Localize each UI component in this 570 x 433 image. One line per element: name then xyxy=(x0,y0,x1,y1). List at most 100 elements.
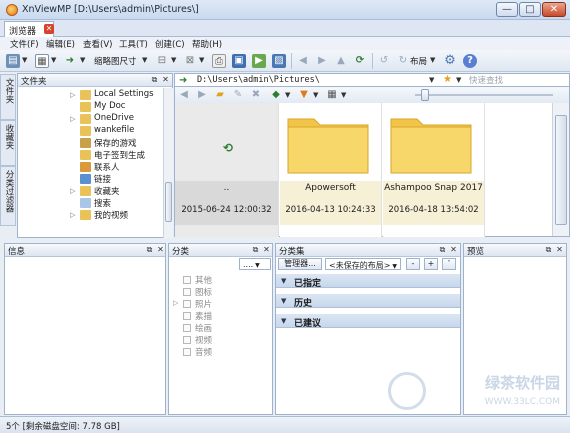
up-arrow-icon[interactable]: ▲ xyxy=(334,54,348,68)
zoom-slider-track[interactable] xyxy=(415,94,553,96)
filter-icon[interactable]: ⊟ xyxy=(155,54,169,68)
columns-icon[interactable]: ▦ xyxy=(325,88,339,102)
go-arrow-icon[interactable]: ➜ xyxy=(179,75,187,86)
scrollbar-thumb[interactable] xyxy=(165,182,172,222)
float-panel-icon[interactable]: ⧉ xyxy=(544,245,553,255)
sets-menu-button[interactable]: ˅ xyxy=(442,258,456,270)
manager-button[interactable]: 管理器... xyxy=(278,258,322,270)
remove-set-button[interactable]: - xyxy=(406,258,420,270)
expand-arrow-icon[interactable]: ▷ xyxy=(70,211,75,219)
minimize-button[interactable]: — xyxy=(496,2,518,17)
category-checkbox[interactable] xyxy=(183,324,191,332)
set-suggested[interactable]: 已建议 xyxy=(276,314,460,329)
chevron-down-icon[interactable]: ▼ xyxy=(285,91,290,99)
menu-create[interactable]: 创建(C) xyxy=(155,38,185,50)
rotate-right-icon[interactable]: ↻ xyxy=(396,54,410,68)
forward-arrow-icon[interactable]: ▶ xyxy=(195,88,209,102)
rename-icon[interactable]: ✎ xyxy=(231,88,245,102)
quick-search-input[interactable]: 快速查找 xyxy=(467,74,569,86)
close-panel-icon[interactable]: ✕ xyxy=(555,245,564,255)
category-item[interactable]: 其他 xyxy=(169,274,269,286)
category-item[interactable]: ▷ 照片 xyxy=(169,298,269,310)
reload-icon[interactable]: ⟳ xyxy=(353,54,367,68)
close-panel-icon[interactable]: ✕ xyxy=(449,245,458,255)
expand-arrow-icon[interactable]: ▷ xyxy=(70,115,75,123)
chevron-down-icon[interactable]: ▼ xyxy=(430,56,435,64)
screen-icon[interactable]: ▣ xyxy=(232,54,246,68)
chevron-down-icon[interactable]: ▼ xyxy=(456,76,461,84)
category-item[interactable]: 素描 xyxy=(169,310,269,322)
settings-gear-icon[interactable]: ⚙ xyxy=(443,54,457,68)
menu-help[interactable]: 帮助(H) xyxy=(192,38,222,50)
menu-tools[interactable]: 工具(T) xyxy=(119,38,148,50)
side-tab-category-filter[interactable]: 分类过滤器 xyxy=(0,166,16,226)
side-tab-folders[interactable]: 文件夹 xyxy=(0,74,16,120)
back-arrow-icon[interactable]: ◀ xyxy=(296,54,310,68)
chevron-down-icon[interactable]: ▼ xyxy=(22,56,27,64)
chevron-down-icon[interactable]: ▼ xyxy=(171,56,176,64)
tag-icon[interactable]: ◆ xyxy=(269,88,283,102)
sidebar-toggle-icon[interactable]: ▤ xyxy=(6,54,20,68)
expand-arrow-icon[interactable]: ▷ xyxy=(70,187,75,195)
category-checkbox[interactable] xyxy=(183,300,191,308)
category-item[interactable]: 视频 xyxy=(169,334,269,346)
chevron-down-icon[interactable]: ▼ xyxy=(142,56,147,64)
float-panel-icon[interactable]: ⧉ xyxy=(251,245,260,255)
menu-view[interactable]: 查看(V) xyxy=(83,38,112,50)
chevron-down-icon[interactable]: ▼ xyxy=(341,91,346,99)
refresh-arrow-icon[interactable]: ➜ xyxy=(63,54,77,68)
chevron-down-icon[interactable]: ▼ xyxy=(199,56,204,64)
new-folder-icon[interactable]: ▰ xyxy=(213,88,227,102)
rotate-left-icon[interactable]: ↺ xyxy=(377,54,391,68)
scrollbar-thumb[interactable] xyxy=(555,115,567,225)
layout-dropdown[interactable]: <未保存的布局> ▼ xyxy=(325,258,401,270)
image-icon[interactable]: ▨ xyxy=(272,54,286,68)
tab-browser[interactable]: 浏览器 ✕ xyxy=(4,21,54,37)
layout-label[interactable]: 布局 xyxy=(410,55,427,67)
maximize-button[interactable]: □ xyxy=(519,2,541,17)
category-item[interactable]: 图标 xyxy=(169,286,269,298)
chevron-down-icon[interactable]: ▼ xyxy=(429,76,434,84)
sort-icon[interactable]: ⊠ xyxy=(183,54,197,68)
help-icon[interactable]: ? xyxy=(463,54,477,68)
expand-arrow-icon[interactable]: ▷ xyxy=(70,91,75,99)
category-dropdown[interactable]: .... ▼ xyxy=(239,258,271,270)
side-tab-favorites[interactable]: 收藏夹 xyxy=(0,120,16,166)
tab-close-icon[interactable]: ✕ xyxy=(44,24,54,34)
delete-icon[interactable]: ✖ xyxy=(249,88,263,102)
close-panel-icon[interactable]: ✕ xyxy=(156,245,165,255)
address-path[interactable]: D:\Users\admin\Pictures\ xyxy=(197,75,320,85)
filter-funnel-icon[interactable]: ▼ xyxy=(297,88,311,102)
float-panel-icon[interactable]: ⧉ xyxy=(150,75,159,85)
menu-file[interactable]: 文件(F) xyxy=(10,38,39,50)
thumbnail-size-label[interactable]: 缩略图尺寸 xyxy=(94,55,137,67)
close-button[interactable]: ✕ xyxy=(542,2,566,17)
category-checkbox[interactable] xyxy=(183,336,191,344)
thumbnail-apowersoft[interactable]: Apowersoft 2016-04-13 10:24:33 xyxy=(280,103,382,237)
chevron-down-icon[interactable]: ▼ xyxy=(80,56,85,64)
folders-scrollbar[interactable] xyxy=(163,88,173,238)
zoom-slider-handle[interactable] xyxy=(421,89,429,101)
view-mode-icon[interactable]: ▦ xyxy=(35,54,49,68)
expand-arrow-icon[interactable]: ▷ xyxy=(173,299,178,307)
category-item[interactable]: 绘画 xyxy=(169,322,269,334)
forward-arrow-icon[interactable]: ▶ xyxy=(315,54,329,68)
thumbnail-scrollbar[interactable] xyxy=(552,103,569,236)
category-checkbox[interactable] xyxy=(183,288,191,296)
chevron-down-icon[interactable]: ▼ xyxy=(313,91,318,99)
float-panel-icon[interactable]: ⧉ xyxy=(145,245,154,255)
set-history[interactable]: 历史 xyxy=(276,294,460,309)
add-set-button[interactable]: + xyxy=(424,258,438,270)
thumbnail-ashampoo[interactable]: Ashampoo Snap 2017 2016-04-18 13:54:02 xyxy=(383,103,485,237)
menu-edit[interactable]: 编辑(E) xyxy=(46,38,75,50)
slideshow-icon[interactable]: ▶ xyxy=(252,54,266,68)
category-checkbox[interactable] xyxy=(183,348,191,356)
category-item[interactable]: 音频 xyxy=(169,346,269,358)
favorite-star-icon[interactable]: ★ xyxy=(443,74,452,85)
print-icon[interactable]: ⎙ xyxy=(212,54,226,68)
float-panel-icon[interactable]: ⧉ xyxy=(438,245,447,255)
category-checkbox[interactable] xyxy=(183,312,191,320)
close-panel-icon[interactable]: ✕ xyxy=(161,75,170,85)
close-panel-icon[interactable]: ✕ xyxy=(262,245,271,255)
set-assigned[interactable]: 已指定 xyxy=(276,274,460,289)
